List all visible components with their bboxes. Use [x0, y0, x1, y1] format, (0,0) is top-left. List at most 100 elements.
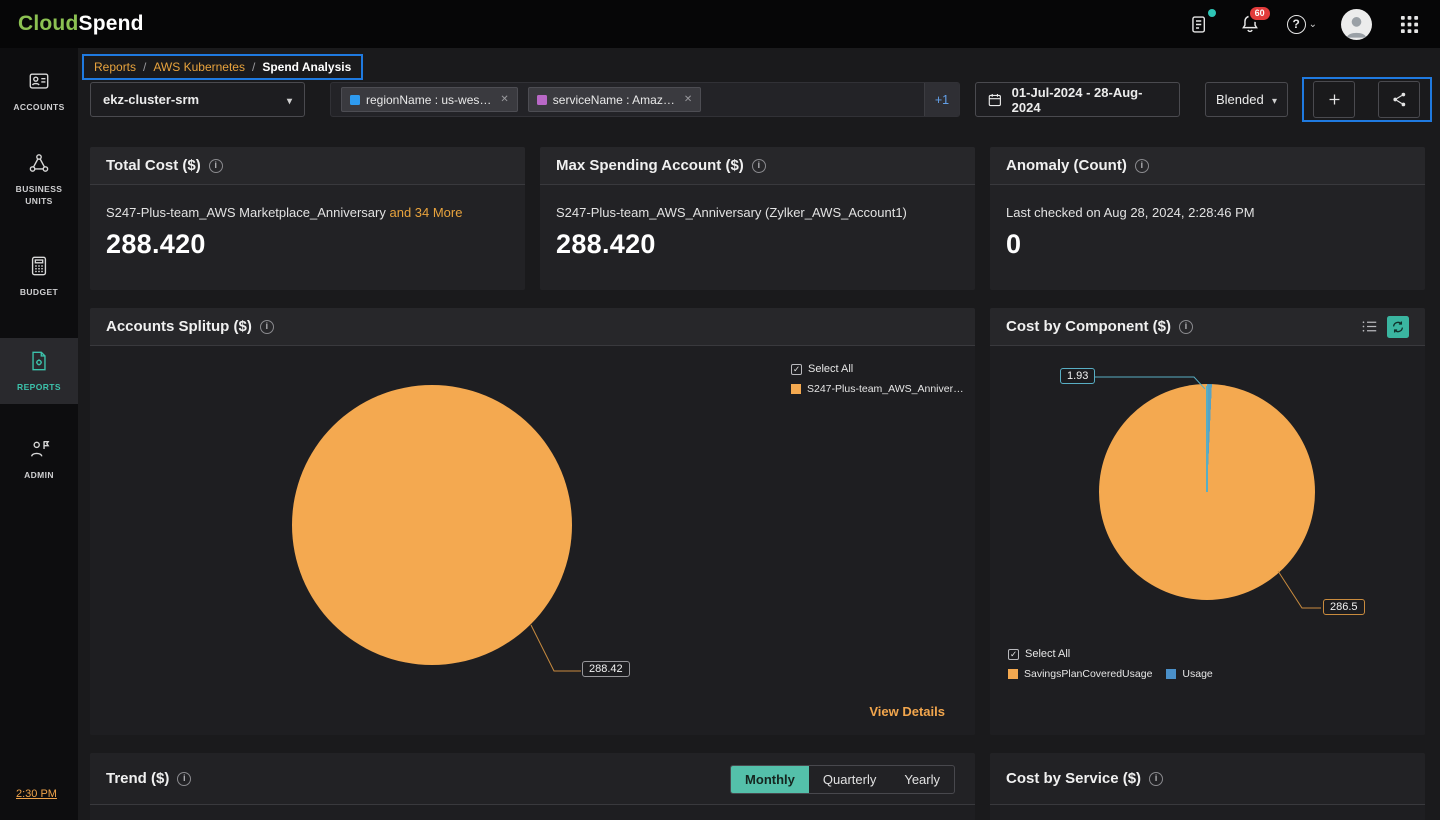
- card-header: Accounts Splitup ($): [90, 308, 975, 346]
- logo-part-cloud: Cloud: [18, 12, 78, 35]
- legend-item-label: S247-Plus-team_AWS_Annivers…: [807, 383, 965, 395]
- sidebar-item-admin[interactable]: ADMIN: [0, 438, 78, 482]
- apps-grid-icon: [1400, 15, 1419, 34]
- kpi-more-link[interactable]: and 34 More: [389, 205, 462, 220]
- chart-switch-icon[interactable]: [1387, 316, 1409, 338]
- apps-grid-button[interactable]: [1396, 11, 1422, 37]
- cloudspend-logo[interactable]: CloudSpend: [18, 12, 144, 36]
- sidebar-item-budget[interactable]: BUDGET: [0, 255, 78, 299]
- kpi-value: 288.420: [106, 229, 509, 260]
- cost-by-component-pie[interactable]: [1099, 384, 1315, 600]
- legend-select-all[interactable]: Select All: [791, 363, 965, 375]
- table-view-icon[interactable]: [1361, 318, 1378, 335]
- sidebar-item-reports[interactable]: REPORTS: [0, 338, 78, 404]
- toggle-quarterly[interactable]: Quarterly: [809, 766, 890, 793]
- more-filters-badge[interactable]: +1: [924, 83, 959, 116]
- logo-part-spend: Spend: [78, 12, 143, 35]
- breadcrumb-reports-link[interactable]: Reports: [94, 60, 136, 74]
- toggle-yearly[interactable]: Yearly: [890, 766, 954, 793]
- filter-chip-region[interactable]: regionName : us-wes…: [341, 87, 518, 112]
- legend-item[interactable]: S247-Plus-team_AWS_Annivers…: [791, 383, 965, 395]
- info-icon[interactable]: [752, 159, 766, 173]
- sidebar-item-business-units[interactable]: BUSINESS UNITS: [0, 152, 78, 208]
- breadcrumb-current-page: Spend Analysis: [262, 60, 351, 74]
- toggle-monthly[interactable]: Monthly: [731, 766, 809, 793]
- chevron-down-icon: [279, 92, 292, 107]
- usage-callout-label: 1.93: [1060, 368, 1095, 384]
- kpi-account-name: S247-Plus-team_AWS_Anniversary (Zylker_A…: [556, 205, 959, 220]
- legend-color-swatch: [791, 384, 801, 394]
- legend-item[interactable]: Usage: [1166, 668, 1212, 680]
- accounts-icon: [28, 70, 50, 92]
- kpi-account-name: S247-Plus-team_AWS Marketplace_Anniversa…: [106, 205, 386, 220]
- user-avatar[interactable]: [1341, 9, 1372, 40]
- cost-by-service-chart-area: [990, 805, 1425, 820]
- cost-by-service-card: Cost by Service ($): [990, 753, 1425, 820]
- filter-chip-label: serviceName : Amaz…: [553, 93, 675, 107]
- budget-icon: [28, 255, 50, 277]
- help-menu-button[interactable]: [1287, 15, 1317, 34]
- filter-bar[interactable]: regionName : us-wes… serviceName : Amaz……: [330, 82, 960, 117]
- card-title: Anomaly (Count): [1006, 157, 1127, 174]
- breadcrumb-group-link[interactable]: AWS Kubernetes: [153, 60, 245, 74]
- legend-select-all[interactable]: Select All: [1008, 648, 1213, 660]
- chevron-down-icon: [1309, 19, 1317, 30]
- sidebar-label: ACCOUNTS: [0, 102, 78, 114]
- sidebar-label: BUSINESS UNITS: [0, 184, 78, 208]
- view-details-link[interactable]: View Details: [869, 704, 945, 719]
- scheduled-time-link[interactable]: 2:30 PM: [16, 788, 57, 800]
- cluster-dropdown[interactable]: ekz-cluster-srm: [90, 82, 305, 117]
- card-header: Anomaly (Count): [990, 147, 1425, 185]
- cloudspend-app: CloudSpend 60: [0, 0, 1440, 820]
- info-icon[interactable]: [1149, 772, 1163, 786]
- chevron-down-icon: [1264, 92, 1277, 107]
- total-cost-card: Total Cost ($) S247-Plus-team_AWS Market…: [90, 147, 525, 290]
- accounts-splitup-pie[interactable]: [292, 385, 572, 665]
- info-icon[interactable]: [1135, 159, 1149, 173]
- info-icon[interactable]: [1179, 320, 1193, 334]
- person-icon: [1342, 11, 1371, 40]
- card-header-actions: [1361, 316, 1409, 338]
- calendar-icon: [987, 92, 1003, 108]
- whats-new-button[interactable]: [1187, 11, 1213, 37]
- card-title: Trend ($): [106, 770, 169, 787]
- help-icon: [1287, 15, 1306, 34]
- anomaly-card: Anomaly (Count) Last checked on Aug 28, …: [990, 147, 1425, 290]
- card-header: Cost by Component ($): [990, 308, 1425, 346]
- trend-period-toggle: Monthly Quarterly Yearly: [730, 765, 955, 794]
- plus-icon: [1326, 91, 1343, 108]
- legend-item[interactable]: SavingsPlanCoveredUsage: [1008, 668, 1152, 680]
- notepad-icon: [1189, 14, 1210, 35]
- savings-callout-label: 286.5: [1323, 599, 1365, 615]
- card-body: Last checked on Aug 28, 2024, 2:28:46 PM…: [990, 185, 1425, 260]
- cost-type-dropdown[interactable]: Blended: [1205, 82, 1288, 117]
- trend-chart-area: [90, 805, 975, 820]
- filter-chip-service[interactable]: serviceName : Amaz…: [528, 87, 701, 112]
- kpi-subtitle: Last checked on Aug 28, 2024, 2:28:46 PM: [1006, 205, 1409, 220]
- kpi-value: 288.420: [556, 229, 959, 260]
- info-icon[interactable]: [260, 320, 274, 334]
- date-range-picker[interactable]: 01-Jul-2024 - 28-Aug-2024: [975, 82, 1180, 117]
- share-button[interactable]: [1378, 81, 1420, 118]
- sidebar-label: BUDGET: [0, 287, 78, 299]
- legend-item-label: SavingsPlanCoveredUsage: [1024, 668, 1152, 680]
- card-header: Trend ($) Monthly Quarterly Yearly: [90, 753, 975, 805]
- checkbox-checked-icon[interactable]: [1008, 649, 1019, 660]
- info-icon[interactable]: [209, 159, 223, 173]
- select-all-label: Select All: [808, 363, 853, 375]
- remove-filter-icon[interactable]: [684, 94, 692, 105]
- card-title: Cost by Component ($): [1006, 318, 1171, 335]
- checkbox-checked-icon[interactable]: [791, 364, 802, 375]
- main-content: Reports / AWS Kubernetes / Spend Analysi…: [78, 48, 1440, 820]
- breadcrumb: Reports / AWS Kubernetes / Spend Analysi…: [82, 54, 363, 80]
- info-icon[interactable]: [177, 772, 191, 786]
- card-body: S247-Plus-team_AWS Marketplace_Anniversa…: [90, 185, 525, 260]
- chart-legend: Select All SavingsPlanCoveredUsage Usage: [1008, 648, 1213, 680]
- notifications-button[interactable]: 60: [1237, 11, 1263, 37]
- card-title: Max Spending Account ($): [556, 157, 744, 174]
- sidebar-label: REPORTS: [0, 382, 78, 394]
- remove-filter-icon[interactable]: [500, 94, 508, 105]
- add-widget-button[interactable]: [1313, 81, 1355, 118]
- sidebar-label: ADMIN: [0, 470, 78, 482]
- sidebar-item-accounts[interactable]: ACCOUNTS: [0, 70, 78, 114]
